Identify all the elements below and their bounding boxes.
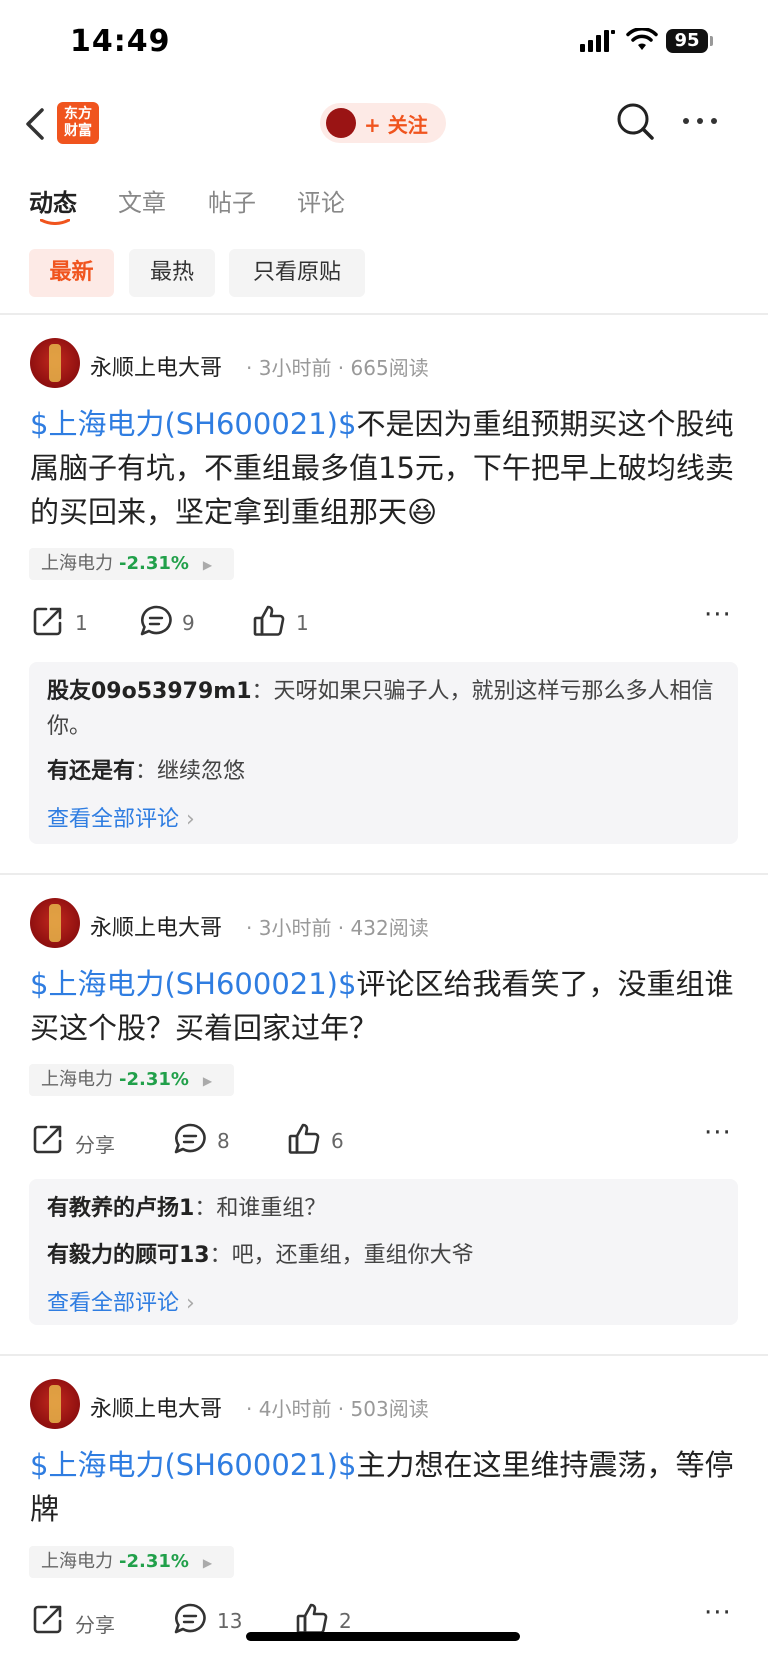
like-icon[interactable] — [252, 604, 286, 638]
follow-button[interactable]: + 关注 — [320, 103, 446, 143]
filter-hot[interactable]: 最热 — [129, 249, 215, 297]
share-label[interactable]: 分享 — [75, 1609, 115, 1638]
tab-posts[interactable]: 帖子 — [208, 183, 256, 218]
view-all-comments-link[interactable]: 查看全部评论 › — [47, 1285, 195, 1317]
comment-icon[interactable] — [139, 604, 173, 638]
post-card: 永顺上电大哥 · 3小时前 · 665阅读 $上海电力(SH600021)$不是… — [0, 316, 768, 872]
comment-item: 有教养的卢扬1：和谁重组？ — [47, 1196, 327, 1221]
tab-articles[interactable]: 文章 — [118, 183, 166, 218]
comment-item: 有还是有：继续忽悠 — [47, 759, 246, 784]
share-icon[interactable] — [31, 604, 65, 638]
filter-latest[interactable]: 最新 — [29, 249, 114, 297]
tab-dynamic[interactable]: 动态 — [29, 183, 77, 218]
like-count[interactable]: 1 — [296, 611, 309, 635]
home-indicator[interactable] — [246, 1632, 520, 1641]
post-meta: · 3小时前 · 665阅读 — [246, 356, 429, 380]
post-content[interactable]: $上海电力(SH600021)$不是因为重组预期买这个股纯属脑子有坑，不重组最多… — [30, 402, 738, 534]
stock-link[interactable]: $上海电力(SH600021)$ — [30, 407, 356, 441]
post-more-icon[interactable]: ··· — [704, 1118, 732, 1148]
more-icon[interactable] — [682, 116, 718, 126]
post-more-icon[interactable]: ··· — [704, 600, 732, 630]
tab-active-indicator — [40, 219, 70, 225]
comment-preview[interactable]: 有教养的卢扬1：和谁重组？ 有毅力的顾可13：吧，还重组，重组你大爷 查看全部评… — [29, 1179, 738, 1325]
comment-count[interactable]: 13 — [217, 1609, 242, 1633]
share-count[interactable]: 1 — [75, 611, 88, 635]
like-icon[interactable] — [287, 1122, 321, 1156]
filter-original-only[interactable]: 只看原贴 — [229, 249, 365, 297]
share-icon[interactable] — [31, 1602, 65, 1636]
post-more-icon[interactable]: ··· — [704, 1598, 732, 1628]
comment-icon[interactable] — [173, 1122, 207, 1156]
stock-link[interactable]: $上海电力(SH600021)$ — [30, 1448, 356, 1482]
stock-link[interactable]: $上海电力(SH600021)$ — [30, 967, 356, 1001]
view-all-comments-link[interactable]: 查看全部评论 › — [47, 801, 195, 833]
like-count[interactable]: 2 — [339, 1609, 352, 1633]
stock-tag[interactable]: 上海电力 -2.31% ▶ — [29, 548, 234, 580]
search-icon[interactable] — [616, 102, 656, 142]
back-icon[interactable] — [20, 104, 50, 144]
status-time: 14:49 — [70, 24, 171, 59]
post-meta: · 4小时前 · 503阅读 — [246, 1397, 429, 1421]
section-divider — [0, 313, 768, 315]
author-avatar[interactable] — [30, 898, 80, 948]
comment-item: 有毅力的顾可13：吧，还重组，重组你大爷 — [47, 1243, 474, 1268]
author-name[interactable]: 永顺上电大哥 — [90, 350, 222, 382]
post-content[interactable]: $上海电力(SH600021)$评论区给我看笑了，没重组谁买这个股？买着回家过年… — [30, 962, 738, 1050]
post-divider — [0, 873, 768, 875]
comment-count[interactable]: 9 — [182, 611, 195, 635]
share-icon[interactable] — [31, 1122, 65, 1156]
author-name[interactable]: 永顺上电大哥 — [90, 1391, 222, 1423]
author-avatar[interactable] — [30, 1379, 80, 1429]
comment-preview[interactable]: 股友09o53979m1：天呀如果只骗子人，就别这样亏那么多人相信你。 有还是有… — [29, 662, 738, 844]
eastmoney-logo: 东方 财富 — [57, 102, 99, 144]
stock-tag[interactable]: 上海电力 -2.31% ▶ — [29, 1546, 234, 1578]
stock-tag[interactable]: 上海电力 -2.31% ▶ — [29, 1064, 234, 1096]
follow-label: + 关注 — [364, 113, 428, 137]
follow-avatar — [326, 108, 356, 138]
comment-icon[interactable] — [173, 1602, 207, 1636]
wifi-icon — [626, 28, 658, 50]
comment-count[interactable]: 8 — [217, 1129, 230, 1153]
battery-indicator: 95 — [666, 29, 708, 53]
like-icon[interactable] — [295, 1602, 329, 1636]
post-card: 永顺上电大哥 · 4小时前 · 503阅读 $上海电力(SH600021)$主力… — [0, 1357, 768, 1662]
cellular-signal-icon — [580, 30, 615, 52]
post-divider — [0, 1354, 768, 1356]
like-count[interactable]: 6 — [331, 1129, 344, 1153]
battery-cap — [710, 36, 713, 46]
post-content[interactable]: $上海电力(SH600021)$主力想在这里维持震荡，等停牌 — [30, 1443, 738, 1531]
post-card: 永顺上电大哥 · 3小时前 · 432阅读 $上海电力(SH600021)$评论… — [0, 876, 768, 1352]
tab-comments[interactable]: 评论 — [297, 183, 345, 218]
post-meta: · 3小时前 · 432阅读 — [246, 916, 429, 940]
author-name[interactable]: 永顺上电大哥 — [90, 910, 222, 942]
comment-item: 股友09o53979m1：天呀如果只骗子人，就别这样亏那么多人相信你。 — [47, 679, 714, 739]
share-label[interactable]: 分享 — [75, 1129, 115, 1158]
author-avatar[interactable] — [30, 338, 80, 388]
